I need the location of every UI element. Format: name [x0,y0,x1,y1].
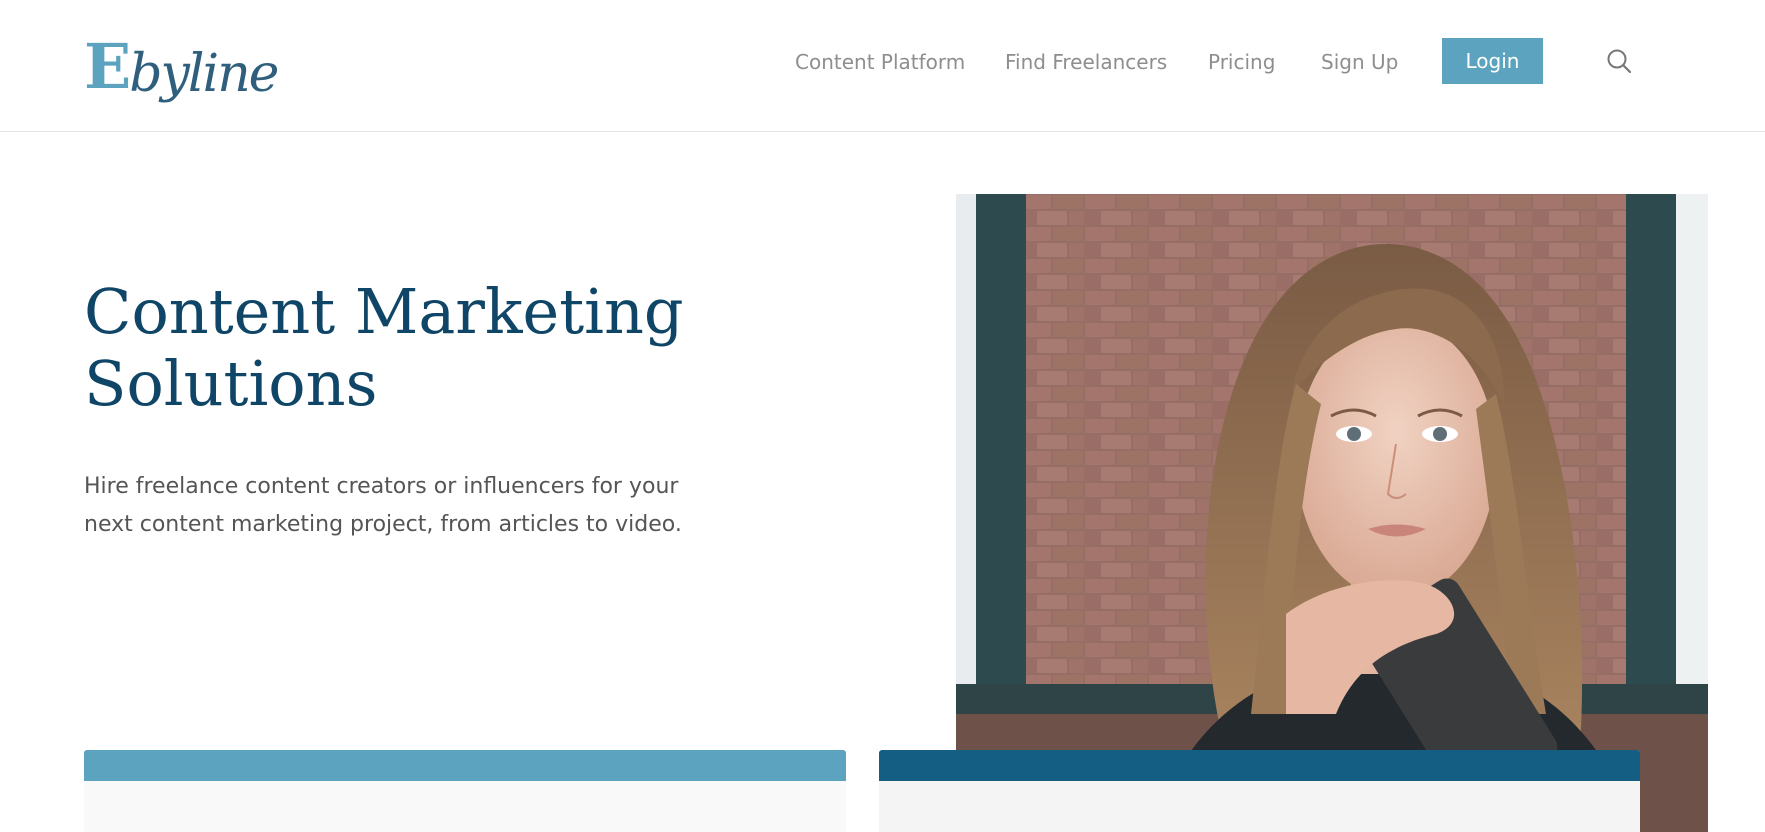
site-header: E byline Content Platform Find Freelance… [0,0,1765,132]
hero-title-line-2: Solutions [84,347,378,420]
nav-pricing[interactable]: Pricing [1208,50,1275,74]
login-button[interactable]: Login [1442,38,1543,84]
nav-content-platform[interactable]: Content Platform [795,50,965,74]
card-accent-bar [879,750,1640,781]
portrait-photo-icon [956,194,1708,832]
main-nav: Content Platform Find Freelancers Pricin… [0,38,1765,86]
feature-card-right[interactable] [879,750,1640,832]
hero-subtitle-line-1: Hire freelance content creators or influ… [84,474,679,499]
search-icon[interactable] [1604,46,1636,78]
hero-title-line-1: Content Marketing [84,275,684,348]
hero-photo [956,194,1708,832]
card-accent-bar [84,750,846,781]
hero-subtitle-line-2: next content marketing project, from art… [84,512,682,537]
nav-find-freelancers[interactable]: Find Freelancers [1005,50,1167,74]
hero-subtitle: Hire freelance content creators or influ… [84,468,684,544]
nav-sign-up[interactable]: Sign Up [1321,50,1398,74]
hero-title: Content Marketing Solutions [84,276,784,420]
feature-card-left[interactable] [84,750,846,832]
